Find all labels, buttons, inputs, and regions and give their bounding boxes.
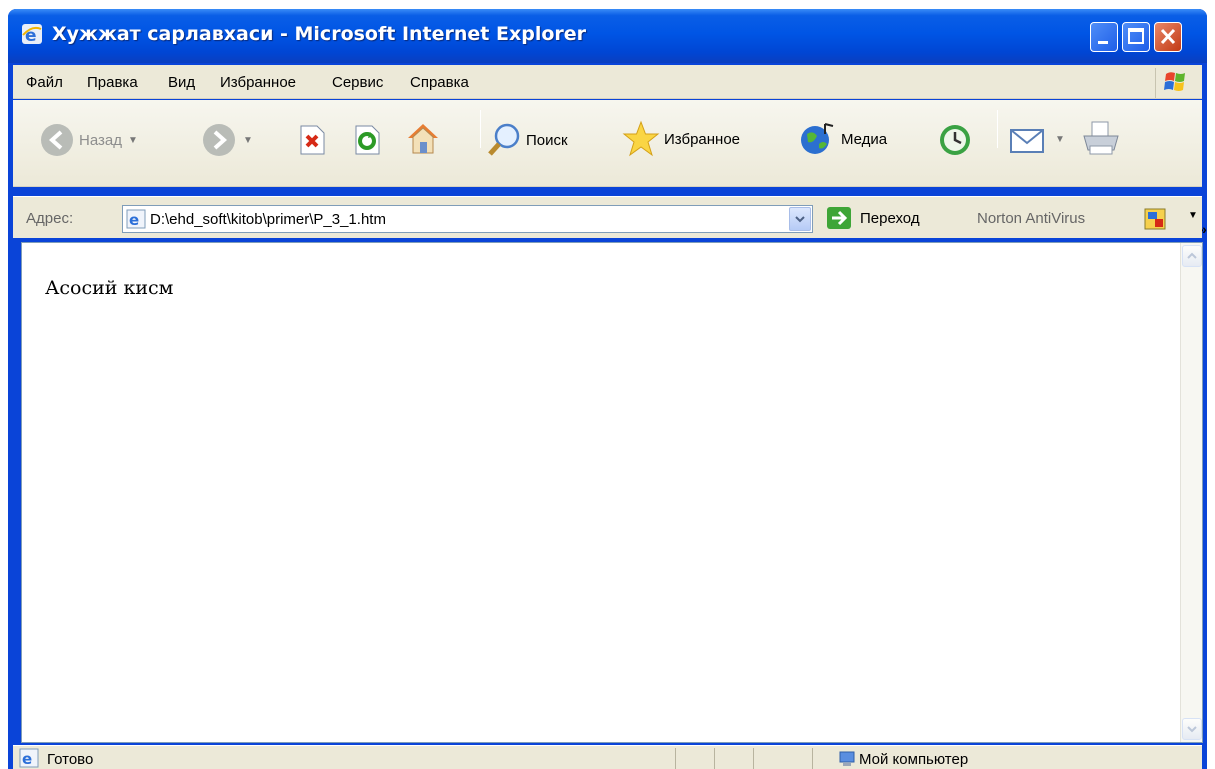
minimize-button[interactable] xyxy=(1090,22,1118,52)
status-text: Готово xyxy=(47,751,94,768)
media-button[interactable]: Медиа xyxy=(799,122,887,156)
toolbar-separator xyxy=(997,110,998,148)
chevron-up-icon xyxy=(1187,252,1197,259)
close-icon xyxy=(1160,28,1176,45)
zone-text: Мой компьютер xyxy=(859,751,969,768)
print-button[interactable] xyxy=(1080,120,1122,158)
media-label: Медиа xyxy=(841,130,888,148)
page-content: Асосий кисм xyxy=(21,242,1203,743)
favorites-label: Избранное xyxy=(664,130,741,148)
toolbar-separator xyxy=(480,110,481,148)
status-bar: e Готово Мой компьютер xyxy=(13,745,1202,769)
window-title: Хужжат сарлавхаси - Microsoft Internet E… xyxy=(52,23,587,45)
chevron-down-icon xyxy=(795,216,805,223)
norton-dropdown-icon[interactable]: ▼ xyxy=(1188,210,1198,221)
go-arrow-icon xyxy=(827,207,851,229)
page-done-icon: e xyxy=(19,748,39,768)
mail-icon xyxy=(1010,129,1044,153)
star-icon xyxy=(622,120,660,157)
refresh-icon xyxy=(355,125,380,155)
status-pane xyxy=(753,748,754,769)
my-computer-icon xyxy=(839,751,855,766)
page-ie-icon: e xyxy=(126,209,146,229)
scroll-up-button[interactable] xyxy=(1182,245,1202,267)
search-label: Поиск xyxy=(526,131,568,149)
vertical-scrollbar[interactable] xyxy=(1180,243,1202,742)
search-icon xyxy=(488,123,520,156)
history-button[interactable] xyxy=(937,122,973,158)
maximize-icon xyxy=(1128,28,1144,44)
menu-tools[interactable]: Сервис xyxy=(332,74,383,91)
go-button[interactable]: Переход xyxy=(826,206,920,230)
mail-button[interactable]: ▼ xyxy=(1009,122,1065,156)
menu-view[interactable]: Вид xyxy=(168,74,195,91)
norton-antivirus-label[interactable]: Norton AntiVirus xyxy=(977,210,1085,227)
status-pane xyxy=(714,748,715,769)
address-value: D:\ehd_soft\kitob\primer\P_3_1.htm xyxy=(150,211,386,228)
status-pane xyxy=(675,748,676,769)
refresh-button[interactable] xyxy=(352,124,382,156)
go-label: Переход xyxy=(860,209,920,227)
minimize-icon xyxy=(1098,41,1108,44)
windows-logo-icon xyxy=(1155,68,1197,98)
home-icon xyxy=(408,124,438,154)
svg-text:e: e xyxy=(129,211,139,229)
status-pane xyxy=(812,748,813,769)
document-text: Асосий кисм xyxy=(45,277,174,299)
menu-favorites[interactable]: Избранное xyxy=(220,74,296,91)
address-label: Адрес: xyxy=(26,210,74,227)
title-bar: e Хужжат сарлавхаси - Microsoft Internet… xyxy=(8,9,1207,63)
standard-toolbar: Назад ▼ ▼ Поиск Избранное Медиа ▼ » xyxy=(13,100,1207,237)
back-label: Назад xyxy=(79,131,122,149)
search-button[interactable]: Поиск xyxy=(486,122,568,158)
norton-icon[interactable] xyxy=(1144,208,1166,230)
menu-bar: Файл Правка Вид Избранное Сервис Справка xyxy=(13,65,1202,99)
forward-button[interactable]: ▼ xyxy=(201,122,253,158)
svg-text:e: e xyxy=(22,750,32,768)
scroll-down-button[interactable] xyxy=(1182,718,1202,740)
home-button[interactable] xyxy=(404,120,442,158)
address-dropdown-button[interactable] xyxy=(789,207,811,231)
address-bar: Адрес: e D:\ehd_soft\kitob\primer\P_3_1.… xyxy=(13,196,1202,238)
back-arrow-icon xyxy=(41,124,73,156)
address-input[interactable]: e D:\ehd_soft\kitob\primer\P_3_1.htm xyxy=(122,205,813,233)
close-button[interactable] xyxy=(1154,22,1182,52)
forward-arrow-icon xyxy=(203,124,235,156)
chevron-down-icon xyxy=(1187,726,1197,733)
menu-edit[interactable]: Правка xyxy=(87,74,138,91)
back-button[interactable]: Назад ▼ xyxy=(39,122,138,158)
mail-dropdown-icon[interactable]: ▼ xyxy=(1055,134,1065,145)
favorites-button[interactable]: Избранное xyxy=(622,120,740,158)
history-icon xyxy=(940,125,970,155)
stop-button[interactable] xyxy=(297,124,327,156)
stop-icon xyxy=(300,125,325,155)
menu-help[interactable]: Справка xyxy=(410,74,469,91)
forward-dropdown-icon[interactable]: ▼ xyxy=(243,135,253,146)
back-dropdown-icon[interactable]: ▼ xyxy=(128,135,138,146)
print-icon xyxy=(1083,121,1119,155)
browser-window: e Хужжат сарлавхаси - Microsoft Internet… xyxy=(8,9,1207,769)
maximize-button[interactable] xyxy=(1122,22,1150,52)
ie-logo-icon: e xyxy=(22,24,42,45)
menu-file[interactable]: Файл xyxy=(26,74,63,91)
media-globe-icon xyxy=(801,123,834,154)
